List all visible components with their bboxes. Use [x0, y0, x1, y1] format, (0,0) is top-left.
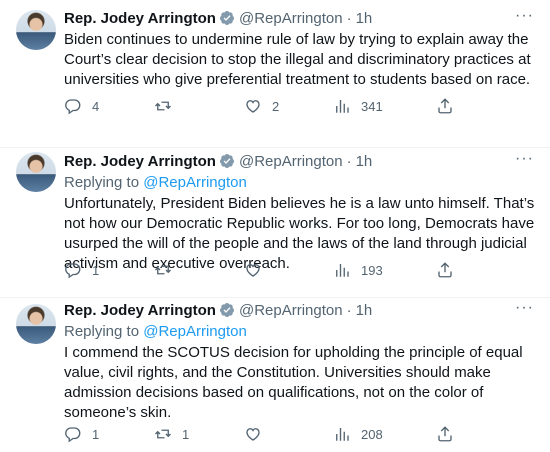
share-icon	[438, 98, 452, 114]
reply-button[interactable]: 1	[64, 261, 99, 279]
replying-to: Replying to @RepArrington	[64, 173, 538, 193]
replying-to: Replying to @RepArrington	[64, 322, 538, 342]
tweet-time[interactable]: 1h	[356, 10, 373, 27]
tweet-content: Rep. Jodey Arrington @RepArrington · 1h …	[64, 299, 538, 423]
tweet-header: Rep. Jodey Arrington @RepArrington · 1h	[64, 151, 538, 171]
verified-badge-icon	[219, 11, 234, 25]
tweet[interactable]: Rep. Jodey Arrington @RepArrington · 1h …	[0, 0, 550, 148]
replying-to-prefix: Replying to	[64, 323, 144, 340]
dot-separator: ·	[346, 9, 352, 27]
replying-to-prefix: Replying to	[64, 174, 144, 191]
views-button[interactable]: 208	[333, 425, 383, 443]
more-icon[interactable]: ···	[515, 7, 534, 25]
author-handle[interactable]: @RepArrington	[239, 10, 343, 27]
tweet[interactable]: Rep. Jodey Arrington @RepArrington · 1h …	[0, 148, 550, 298]
views-icon	[336, 100, 349, 113]
reply-count: 4	[92, 98, 100, 114]
share-button[interactable]	[436, 97, 454, 115]
tweet-text: Biden continues to undermine rule of law…	[64, 31, 531, 88]
tweet-header: Rep. Jodey Arrington @RepArrington · 1h	[64, 300, 538, 320]
avatar[interactable]	[16, 10, 56, 50]
views-count: 193	[361, 262, 383, 278]
author-name[interactable]: Rep. Jodey Arrington	[64, 10, 216, 27]
share-button[interactable]	[436, 425, 454, 443]
views-count: 208	[361, 426, 383, 442]
retweet-icon	[155, 429, 171, 439]
retweet-button[interactable]	[154, 97, 182, 115]
heart-icon	[246, 100, 260, 113]
retweet-button[interactable]: 1	[154, 425, 189, 443]
reply-button[interactable]: 1	[64, 425, 99, 443]
heart-icon	[246, 264, 260, 277]
reply-icon	[65, 427, 81, 443]
tweet-time[interactable]: 1h	[356, 302, 373, 319]
tweet-actions: 1 1 208	[64, 424, 550, 444]
tweet-actions: 1 193	[64, 260, 550, 280]
tweet-content: Rep. Jodey Arrington @RepArrington · 1h …	[64, 150, 538, 274]
avatar[interactable]	[16, 304, 56, 344]
retweet-icon	[155, 101, 171, 111]
dot-separator: ·	[346, 301, 352, 319]
tweet-actions: 4 2 341	[64, 96, 550, 116]
reply-button[interactable]: 4	[64, 97, 99, 115]
like-button[interactable]	[244, 261, 272, 279]
dot-separator: ·	[346, 152, 352, 170]
share-icon	[438, 426, 452, 442]
more-icon[interactable]: ···	[515, 299, 534, 317]
like-button[interactable]	[244, 425, 272, 443]
views-icon	[336, 264, 349, 277]
share-button[interactable]	[436, 261, 454, 279]
like-button[interactable]: 2	[244, 97, 279, 115]
views-count: 341	[361, 98, 383, 114]
avatar[interactable]	[16, 152, 56, 192]
tweet-time[interactable]: 1h	[356, 153, 373, 170]
retweet-button[interactable]	[154, 261, 182, 279]
author-name[interactable]: Rep. Jodey Arrington	[64, 302, 216, 319]
like-count: 2	[272, 98, 280, 114]
views-button[interactable]: 193	[333, 261, 383, 279]
verified-badge-icon	[219, 303, 234, 317]
author-name[interactable]: Rep. Jodey Arrington	[64, 153, 216, 170]
retweet-icon	[155, 265, 171, 275]
tweet-header: Rep. Jodey Arrington @RepArrington · 1h	[64, 8, 538, 28]
tweet-text: I commend the SCOTUS decision for uphold…	[64, 344, 523, 421]
reply-icon	[65, 99, 81, 115]
replying-to-handle[interactable]: @RepArrington	[143, 174, 247, 191]
replying-to-handle[interactable]: @RepArrington	[143, 323, 247, 340]
verified-badge-icon	[219, 154, 234, 168]
views-button[interactable]: 341	[333, 97, 383, 115]
reply-icon	[65, 263, 81, 279]
views-icon	[336, 428, 349, 441]
author-handle[interactable]: @RepArrington	[239, 302, 343, 319]
heart-icon	[246, 428, 260, 441]
share-icon	[438, 262, 452, 278]
reply-count: 1	[92, 426, 100, 442]
retweet-count: 1	[182, 426, 190, 442]
tweet-content: Rep. Jodey Arrington @RepArrington · 1h …	[64, 7, 538, 90]
tweet[interactable]: Rep. Jodey Arrington @RepArrington · 1h …	[0, 298, 550, 452]
author-handle[interactable]: @RepArrington	[239, 153, 343, 170]
reply-count: 1	[92, 262, 100, 278]
more-icon[interactable]: ···	[515, 150, 534, 168]
